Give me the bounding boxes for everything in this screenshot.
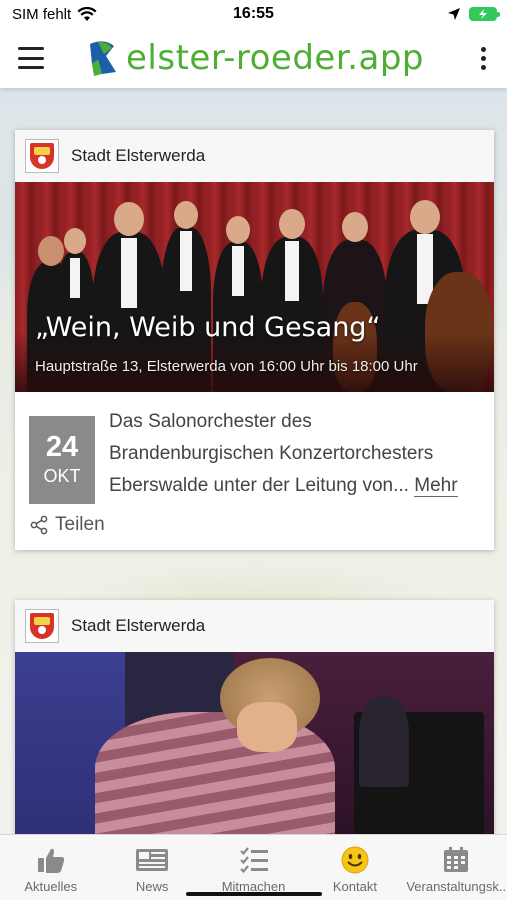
battery-charging-icon	[469, 7, 500, 21]
event-card[interactable]: Stadt Elsterwerda	[15, 600, 494, 834]
app-header: elster-roeder.app	[0, 28, 507, 88]
event-title: „Wein, Weib und Gesang“	[35, 312, 381, 343]
description-text: Das Salonorchester des Brandenburgischen…	[109, 411, 434, 496]
event-image[interactable]: „Wein, Weib und Gesang“ Hauptstraße 13, …	[15, 182, 494, 392]
event-card[interactable]: Stadt Elsterwerda „Wein, Weib und Gesang…	[15, 130, 494, 550]
checklist-icon	[239, 847, 268, 874]
thumbs-up-icon	[37, 848, 64, 873]
town-crest-icon	[25, 139, 59, 173]
tab-mitmachen[interactable]: Mitmachen	[203, 835, 304, 900]
town-crest-icon	[25, 609, 59, 643]
share-icon	[30, 515, 48, 535]
tab-label: Veranstaltungsk...	[406, 879, 507, 894]
event-image[interactable]	[15, 652, 494, 834]
card-header: Stadt Elsterwerda	[15, 600, 494, 652]
date-day: 24	[45, 431, 79, 463]
bottom-tab-bar: Aktuelles News Mitmachen Kontakt Veranst…	[0, 834, 507, 900]
home-indicator[interactable]	[185, 892, 322, 896]
brand-logo[interactable]: elster-roeder.app	[86, 38, 424, 78]
logo-icon	[90, 41, 116, 76]
card-header: Stadt Elsterwerda	[15, 130, 494, 182]
brand-name: elster-roeder.app	[126, 38, 425, 78]
carrier-label: SIM fehlt	[12, 5, 72, 23]
tab-label: Aktuelles	[24, 879, 78, 894]
more-options-icon[interactable]	[477, 46, 489, 70]
location-arrow-icon	[448, 8, 460, 20]
date-badge: 24 OKT	[29, 416, 95, 504]
tab-label: News	[135, 879, 169, 894]
tab-label: Kontakt	[332, 879, 377, 894]
menu-icon[interactable]	[18, 47, 44, 69]
share-button[interactable]: Teilen	[15, 504, 494, 550]
smiley-icon	[341, 846, 369, 874]
newspaper-icon	[136, 849, 169, 871]
wifi-icon	[77, 6, 97, 21]
tab-kontakt[interactable]: Kontakt	[304, 835, 405, 900]
event-location-time: Hauptstraße 13, Elsterwerda von 16:00 Uh…	[35, 358, 418, 375]
card-source: Stadt Elsterwerda	[71, 146, 206, 165]
event-description: Das Salonorchester des Brandenburgischen…	[109, 406, 480, 504]
share-label: Teilen	[55, 514, 105, 535]
card-source: Stadt Elsterwerda	[71, 616, 206, 635]
tab-veranstaltungskalender[interactable]: Veranstaltungsk...	[406, 835, 507, 900]
status-bar: SIM fehlt 16:55	[0, 0, 507, 28]
date-month: OKT	[43, 466, 81, 486]
more-link[interactable]: Mehr	[414, 475, 458, 497]
card-body: 24 OKT Das Salonorchester des Brandenbur…	[15, 392, 494, 504]
tab-news[interactable]: News	[101, 835, 202, 900]
tab-aktuelles[interactable]: Aktuelles	[0, 835, 101, 900]
news-feed[interactable]: Stadt Elsterwerda „Wein, Weib und Gesang…	[0, 88, 507, 834]
calendar-icon	[444, 847, 469, 872]
